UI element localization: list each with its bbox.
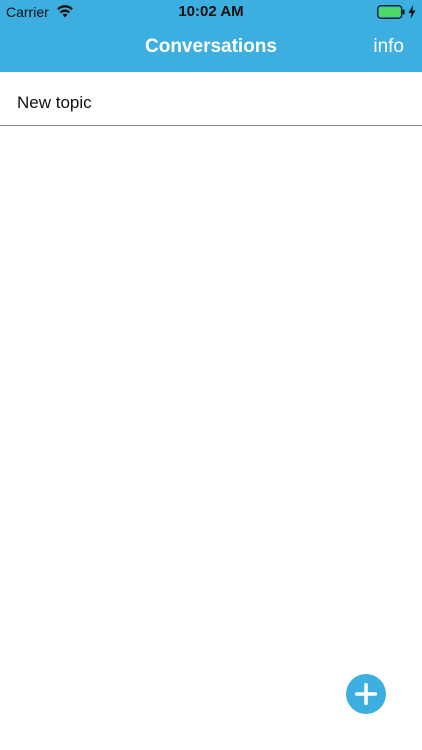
- status-bar: Carrier 10:02 AM: [0, 0, 422, 24]
- charging-bolt-icon: [408, 5, 416, 19]
- navigation-bar: Conversations info: [0, 24, 422, 72]
- page-title: Conversations: [145, 36, 277, 57]
- conversations-screen: Carrier 10:02 AM Conversations info New …: [0, 0, 422, 750]
- top-bar: Carrier 10:02 AM Conversations info: [0, 0, 422, 72]
- status-time: 10:02 AM: [178, 3, 244, 20]
- plus-icon: [355, 683, 377, 705]
- battery-icon: [377, 5, 405, 19]
- info-button[interactable]: info: [373, 36, 404, 58]
- conversation-list: New topic: [0, 72, 422, 126]
- conversation-title: New topic: [17, 93, 92, 112]
- add-conversation-button[interactable]: [346, 674, 386, 714]
- list-item[interactable]: New topic: [0, 72, 422, 126]
